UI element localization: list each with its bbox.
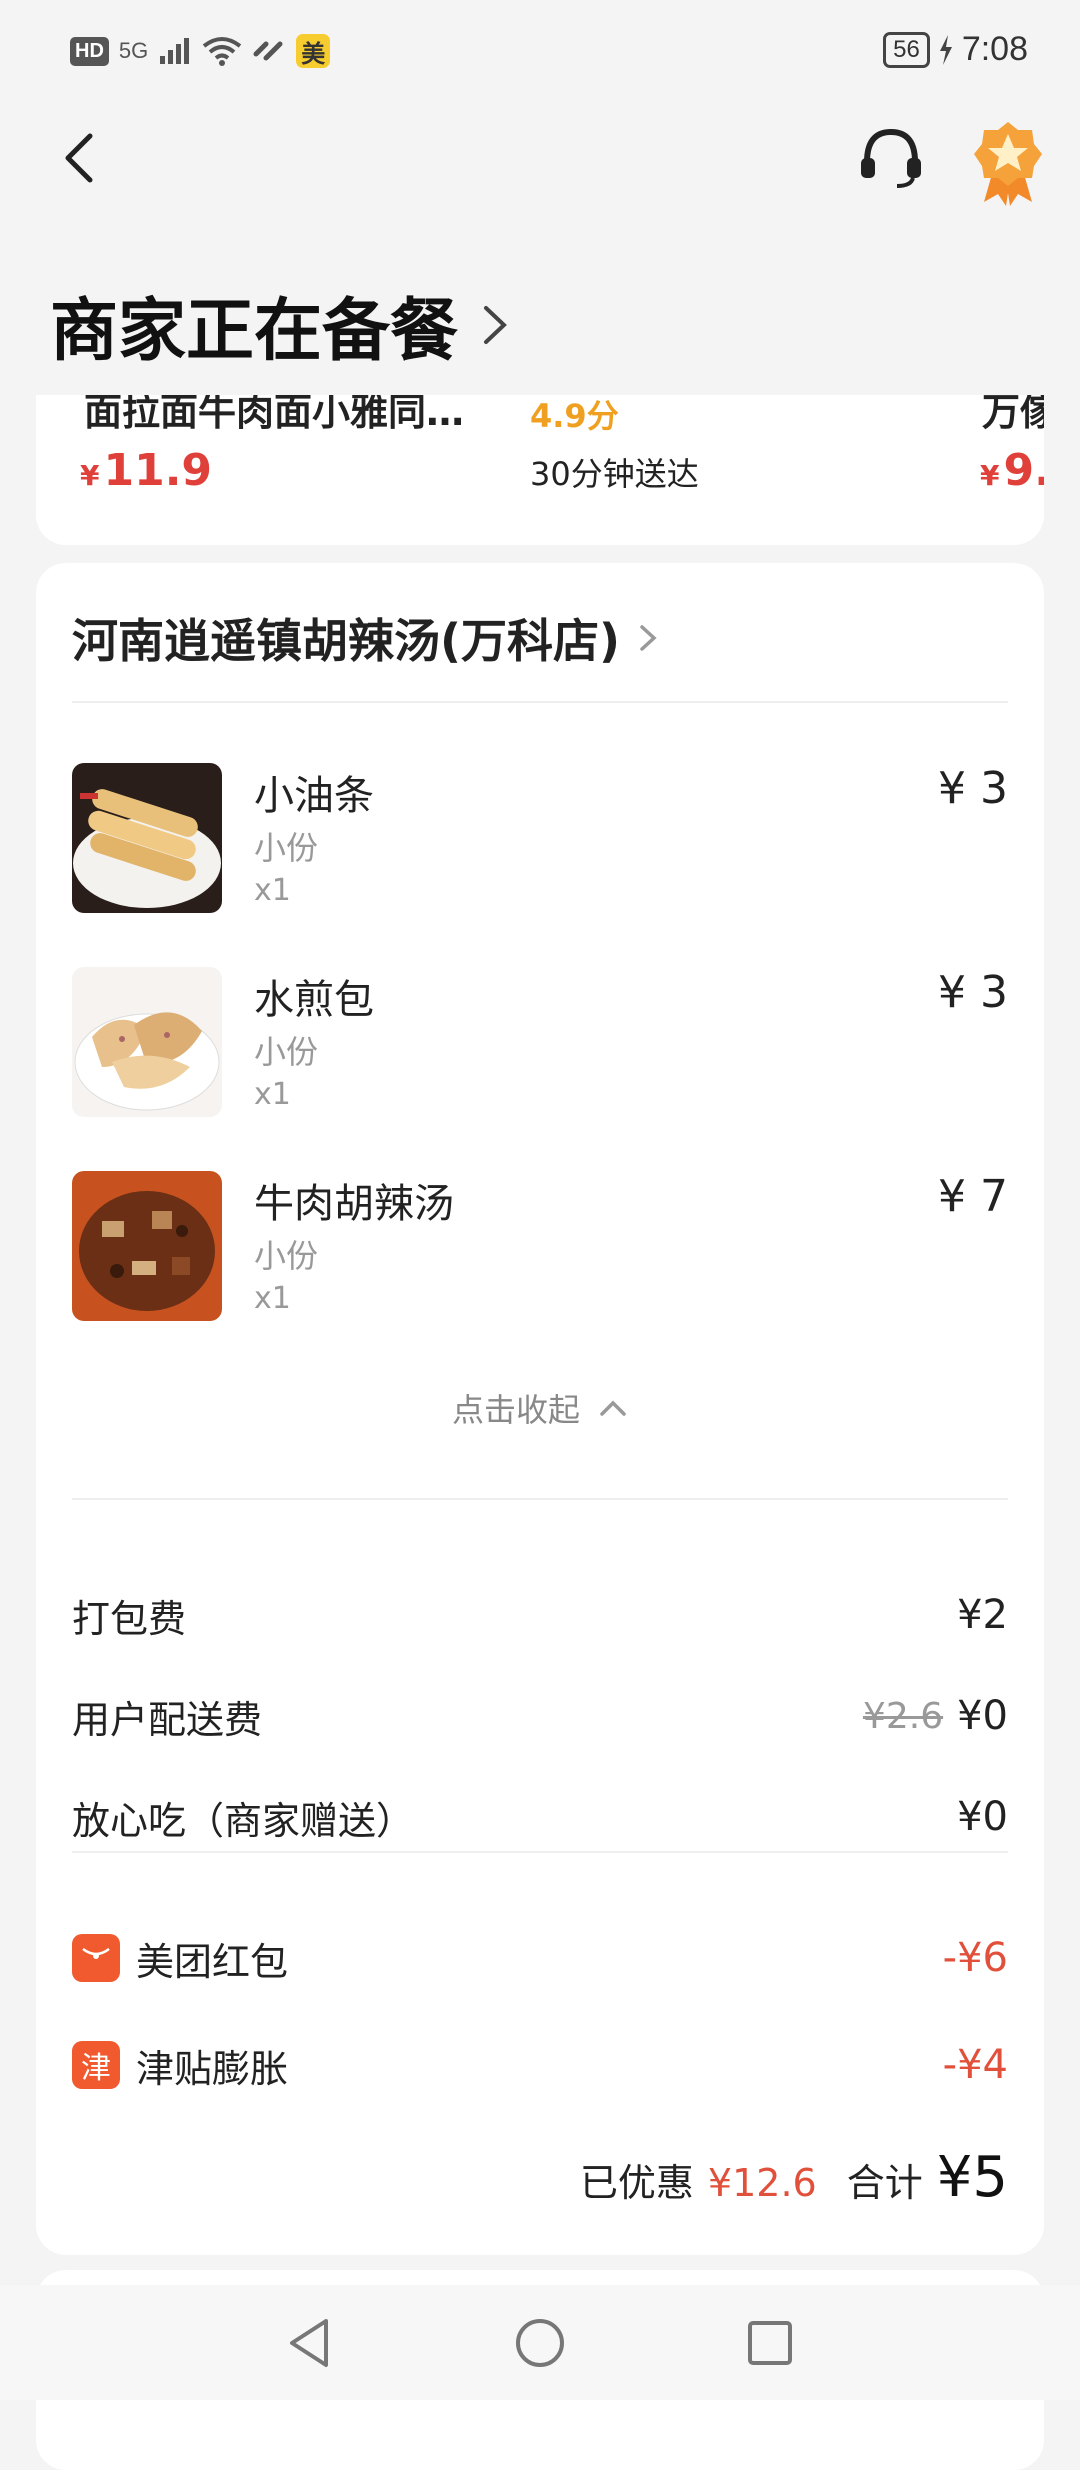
item-price: ¥ 3 [938,763,1008,814]
rec-delivery-time: 30分钟送达 [530,455,699,493]
signal-bars-icon [160,38,190,64]
item-name: 水煎包 [254,977,374,1023]
system-nav-bar [0,2285,1080,2400]
packing-fee-label: 打包费 [72,1596,187,1641]
delivery-fee-value: ¥0 [957,1693,1008,1739]
delivery-fee-original: ¥2.6 [862,1695,944,1737]
order-status-title: 商家正在备餐 [50,292,459,371]
rec-item-name[interactable]: 面拉面牛肉面小雅同… [84,395,464,436]
saved-amount: ¥12.6 [707,2161,817,2205]
hd-icon: HD [70,36,109,66]
rec-item-name[interactable]: 万傢 [982,395,1044,436]
assurance-row[interactable]: 放心吃（商家赠送） ¥0 [72,1787,1008,1847]
discount-row-red-envelope[interactable]: 美团红包 -¥6 [72,1928,1008,1988]
meituan-notification-icon: 美 [296,34,331,68]
link-icon [253,41,283,61]
chevron-up-icon [600,1400,626,1416]
total-amount: ¥5 [936,2145,1008,2210]
charging-icon [939,34,952,65]
rec-item-price: ¥11.9 [80,445,213,496]
item-name: 小油条 [254,773,374,819]
order-item[interactable]: 牛肉胡辣汤 小份 x1 ¥ 7 [72,1171,1008,1321]
top-nav [0,110,1080,210]
item-image-spicy-soup [72,1171,222,1321]
status-bar: HD 5G 美 56 7:08 [0,0,1080,105]
assurance-label: 放心吃（商家赠送） [72,1798,415,1843]
order-item[interactable]: 小油条 小份 x1 ¥ 3 [72,763,1008,913]
item-quantity: x1 [254,1077,291,1112]
nav-home-icon[interactable] [510,2313,570,2373]
member-medal-icon[interactable] [970,118,1046,208]
signal-5g-icon: 5G [118,38,149,63]
discount-label: 津贴膨胀 [136,2046,289,2091]
delivery-fee-row: 用户配送费 ¥2.6 ¥0 [72,1686,1008,1746]
item-quantity: x1 [254,1281,291,1316]
discount-value: -¥4 [942,2042,1008,2088]
saved-label: 已优惠 [579,2161,694,2205]
wifi-icon [203,37,242,66]
chevron-right-icon [484,305,507,344]
item-price: ¥ 3 [938,967,1008,1018]
item-spec: 小份 [254,1237,319,1275]
divider [72,1498,1008,1500]
item-image-pan-fried-bun [72,967,222,1117]
divider [72,1851,1008,1853]
packing-fee-value: ¥2 [957,1592,1008,1638]
order-detail-card: 河南逍遥镇胡辣汤(万科店) 小油条 小份 x1 ¥ 3 水煎包 小份 x1 ¥ … [36,563,1044,2255]
rec-item-price: ¥9.9 [980,445,1044,496]
discount-label: 美团红包 [136,1939,289,1984]
chevron-right-icon [640,625,657,651]
nav-recents-icon[interactable] [740,2313,800,2373]
collapse-items-button[interactable]: 点击收起 [36,1385,1044,1431]
back-icon[interactable] [52,128,112,188]
item-quantity: x1 [254,873,291,908]
customer-service-icon[interactable] [855,122,927,194]
item-price: ¥ 7 [938,1171,1008,1222]
shop-link[interactable]: 河南逍遥镇胡辣汤(万科店) [72,605,658,671]
divider [72,701,1008,703]
discount-value: -¥6 [942,1935,1008,1981]
subsidy-icon: 津 [72,2041,120,2089]
item-spec: 小份 [254,829,319,867]
assurance-value: ¥0 [957,1794,1008,1840]
battery-icon: 56 [883,31,930,68]
recommendation-card: 面拉面牛肉面小雅同… ¥11.9 4.9分 30分钟送达 万傢 ¥9.9 [36,395,1044,545]
item-spec: 小份 [254,1033,319,1071]
nav-back-icon[interactable] [280,2313,340,2373]
order-status-header[interactable]: 商家正在备餐 [50,275,510,374]
rec-rating: 4.9分 [530,397,619,435]
total-label: 合计 [846,2161,923,2205]
packing-fee-row: 打包费 ¥2 [72,1585,1008,1645]
delivery-fee-label: 用户配送费 [72,1697,263,1742]
clock-time: 7:08 [961,30,1028,68]
item-image-fried-dough [72,763,222,913]
red-envelope-icon [72,1934,120,1982]
item-name: 牛肉胡辣汤 [254,1181,454,1227]
shop-name: 河南逍遥镇胡辣汤(万科店) [72,614,621,668]
discount-row-subsidy[interactable]: 津 津贴膨胀 -¥4 [72,2035,1008,2095]
collapse-label: 点击收起 [451,1391,580,1429]
order-item[interactable]: 水煎包 小份 x1 ¥ 3 [72,967,1008,1117]
order-total-row: 已优惠 ¥12.6 合计 ¥5 [580,2145,1008,2210]
